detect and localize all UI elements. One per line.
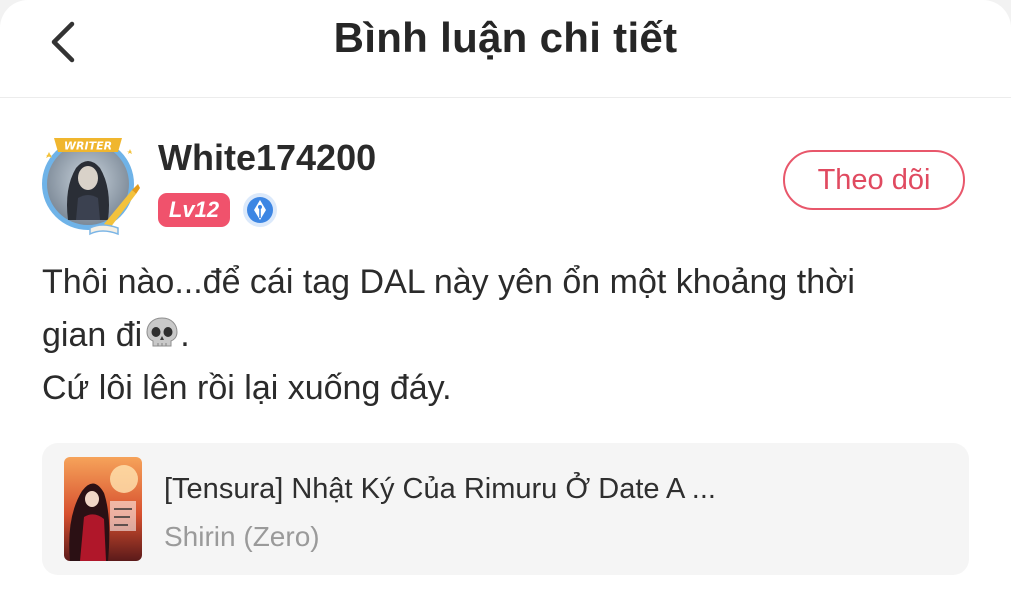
top-bar: Bình luận chi tiết — [0, 0, 1011, 98]
book-cover — [64, 457, 142, 561]
linked-book-card[interactable]: [Tensura] Nhật Ký Của Rimuru Ở Date A ..… — [42, 443, 969, 575]
avatar-image: WRITER — [42, 138, 140, 236]
writer-badge — [242, 192, 278, 228]
page-title: Bình luận chi tiết — [333, 14, 678, 61]
avatar-frame-label: WRITER — [64, 140, 112, 153]
comment-line: Thôi nào...để cái tag DAL này yên ổn một… — [42, 263, 855, 301]
comment-line: gian đi . — [42, 309, 942, 362]
comment-detail-screen: Bình luận chi tiết WRITER White174200 Lv… — [0, 0, 1011, 600]
comment-text: . — [180, 316, 190, 354]
skull-emoji — [146, 317, 178, 347]
username[interactable]: White174200 — [158, 137, 376, 179]
comment-text: gian đi — [42, 316, 143, 354]
pen-nib-icon — [243, 193, 277, 227]
book-title: [Tensura] Nhật Ký Của Rimuru Ở Date A ..… — [164, 473, 716, 505]
comment-body: Thôi nào...để cái tag DAL này yên ổn một… — [42, 256, 942, 415]
follow-button[interactable]: Theo dõi — [783, 150, 965, 210]
book-author: Shirin (Zero) — [164, 521, 320, 552]
level-badge: Lv12 — [158, 193, 230, 227]
avatar[interactable]: WRITER — [34, 128, 142, 236]
comment-line: Cứ lôi lên rồi lại xuống đáy. — [42, 369, 452, 407]
